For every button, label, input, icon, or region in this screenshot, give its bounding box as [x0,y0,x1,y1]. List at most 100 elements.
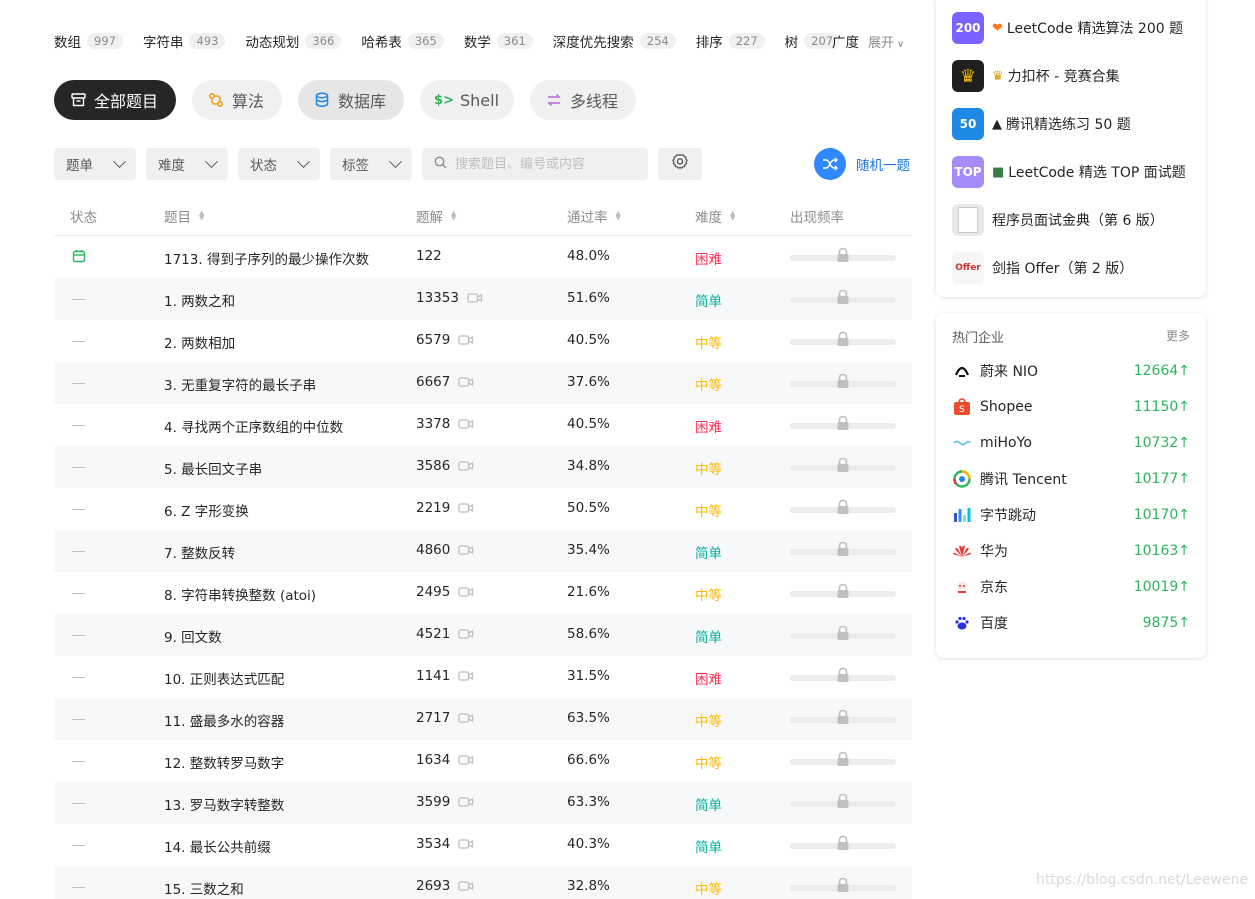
company-item[interactable]: 腾讯 Tencent 10177↑ [952,469,1190,489]
solutions-cell[interactable]: 1141 [416,668,474,684]
table-row[interactable]: 6. Z 字形变换 2219 50.5% 中等 [54,488,912,530]
random-question-button[interactable]: 随机一题 [814,148,910,180]
solutions-cell[interactable]: 3586 [416,458,474,474]
study-plan-item[interactable]: 程序员面试金典（第 6 版） [952,204,1164,236]
table-row[interactable]: 1. 两数之和 13353 51.6% 简单 [54,278,912,320]
table-row[interactable]: 8. 字符串转换整数 (atoi) 2495 21.6% 中等 [54,572,912,614]
video-icon[interactable] [458,460,474,472]
video-icon[interactable] [458,586,474,598]
company-item[interactable]: 百度 9875↑ [952,613,1190,633]
company-item[interactable]: 华为 10163↑ [952,541,1190,561]
problem-title-link[interactable]: 13. 罗马数字转整数 [164,794,284,814]
video-icon[interactable] [458,796,474,808]
table-row[interactable]: 5. 最长回文子串 3586 34.8% 中等 [54,446,912,488]
study-plan-item[interactable]: ♛ ♛ 力扣杯 - 竞赛合集 [952,60,1120,92]
table-row[interactable]: 1713. 得到子序列的最少操作次数 122 48.0% 困难 [54,236,912,278]
video-icon[interactable] [458,334,474,346]
video-icon[interactable] [458,376,474,388]
study-plan-item[interactable]: 50 ▲ 腾讯精选练习 50 题 [952,108,1131,140]
problem-title-link[interactable]: 6. Z 字形变换 [164,500,249,520]
table-row[interactable]: 7. 整数反转 4860 35.4% 简单 [54,530,912,572]
table-row[interactable]: 13. 罗马数字转整数 3599 63.3% 简单 [54,782,912,824]
video-icon[interactable] [467,292,483,304]
tag-item[interactable]: 数组 997 [54,31,123,51]
table-row[interactable]: 4. 寻找两个正序数组的中位数 3378 40.5% 困难 [54,404,912,446]
problem-title-link[interactable]: 11. 盛最多水的容器 [164,710,284,730]
category-database[interactable]: 数据库 [298,80,404,120]
tags-expand-button[interactable]: 展开 ∨ [868,32,904,51]
study-plan-item[interactable]: TOP ■ LeetCode 精选 TOP 面试题 [952,156,1186,188]
tag-item[interactable]: 动态规划 366 [245,31,342,51]
problem-title-link[interactable]: 5. 最长回文子串 [164,458,262,478]
company-item[interactable]: miHoYo 10732↑ [952,433,1190,453]
video-icon[interactable] [458,712,474,724]
company-item[interactable]: 蔚来 NIO 12664↑ [952,361,1190,381]
problem-title-link[interactable]: 14. 最长公共前缀 [164,836,271,856]
problem-title-link[interactable]: 1. 两数之和 [164,290,235,310]
header-acceptance[interactable]: 通过率 ▲ ▼ [567,206,621,227]
solutions-cell[interactable]: 6667 [416,374,474,390]
solutions-cell[interactable]: 4860 [416,542,474,558]
header-title[interactable]: 题目 ▲ ▼ [164,206,204,227]
company-item[interactable]: 字节跳动 10170↑ [952,505,1190,525]
solutions-cell[interactable]: 2219 [416,500,474,516]
video-icon[interactable] [458,544,474,556]
problem-title-link[interactable]: 7. 整数反转 [164,542,235,562]
tags-filter[interactable]: 标签 [330,148,412,180]
solutions-cell[interactable]: 3534 [416,836,474,852]
header-solutions[interactable]: 题解 ▲ ▼ [416,206,456,227]
problem-title-link[interactable]: 15. 三数之和 [164,878,244,898]
problem-title-link[interactable]: 4. 寻找两个正序数组的中位数 [164,416,343,436]
header-difficulty[interactable]: 难度 ▲ ▼ [695,206,735,227]
table-row[interactable]: 9. 回文数 4521 58.6% 简单 [54,614,912,656]
table-row[interactable]: 14. 最长公共前缀 3534 40.3% 简单 [54,824,912,866]
table-row[interactable]: 3. 无重复字符的最长子串 6667 37.6% 中等 [54,362,912,404]
difficulty-filter[interactable]: 难度 [146,148,228,180]
list-filter[interactable]: 题单 [54,148,136,180]
video-icon[interactable] [458,880,474,892]
solutions-cell[interactable]: 2717 [416,710,474,726]
problem-title-link[interactable]: 2. 两数相加 [164,332,235,352]
tag-item[interactable]: 字符串 493 [143,31,226,51]
solutions-cell[interactable]: 3599 [416,794,474,810]
solutions-cell[interactable]: 4521 [416,626,474,642]
problem-title-link[interactable]: 10. 正则表达式匹配 [164,668,284,688]
tag-item[interactable]: 数学 361 [464,31,533,51]
status-filter[interactable]: 状态 [238,148,320,180]
table-row[interactable]: 10. 正则表达式匹配 1141 31.5% 困难 [54,656,912,698]
category-concurrency[interactable]: 多线程 [530,80,636,120]
video-icon[interactable] [458,418,474,430]
company-item[interactable]: S Shopee 11150↑ [952,397,1190,417]
solutions-cell[interactable]: 1634 [416,752,474,768]
tag-item[interactable]: 哈希表 365 [361,31,444,51]
solutions-cell[interactable]: 13353 [416,290,483,306]
tag-item[interactable]: 排序 227 [696,31,765,51]
category-shell[interactable]: $> Shell [420,80,514,120]
table-row[interactable]: 11. 盛最多水的容器 2717 63.5% 中等 [54,698,912,740]
solutions-cell[interactable]: 3378 [416,416,474,432]
study-plan-item[interactable]: 200 ❤ LeetCode 精选算法 200 题 [952,12,1183,44]
search-input[interactable] [455,156,635,172]
company-item[interactable]: 京东 10019↑ [952,577,1190,597]
tag-item[interactable]: 深度优先搜索 254 [553,31,676,51]
problem-title-link[interactable]: 3. 无重复字符的最长子串 [164,374,316,394]
tag-item-partial[interactable]: 广度 [832,31,862,51]
solutions-cell[interactable]: 2495 [416,584,474,600]
problem-title-link[interactable]: 1713. 得到子序列的最少操作次数 [164,248,369,268]
solutions-cell[interactable]: 122 [416,248,442,264]
problem-title-link[interactable]: 8. 字符串转换整数 (atoi) [164,584,316,604]
video-icon[interactable] [458,838,474,850]
category-algorithm[interactable]: 算法 [192,80,282,120]
video-icon[interactable] [458,754,474,766]
table-row[interactable]: 15. 三数之和 2693 32.8% 中等 [54,866,912,899]
video-icon[interactable] [458,628,474,640]
problem-title-link[interactable]: 12. 整数转罗马数字 [164,752,284,772]
video-icon[interactable] [458,502,474,514]
table-row[interactable]: 12. 整数转罗马数字 1634 66.6% 中等 [54,740,912,782]
solutions-cell[interactable]: 6579 [416,332,474,348]
problem-title-link[interactable]: 9. 回文数 [164,626,222,646]
table-row[interactable]: 2. 两数相加 6579 40.5% 中等 [54,320,912,362]
settings-button[interactable] [658,148,702,180]
category-all[interactable]: 全部题目 [54,80,176,120]
solutions-cell[interactable]: 2693 [416,878,474,894]
